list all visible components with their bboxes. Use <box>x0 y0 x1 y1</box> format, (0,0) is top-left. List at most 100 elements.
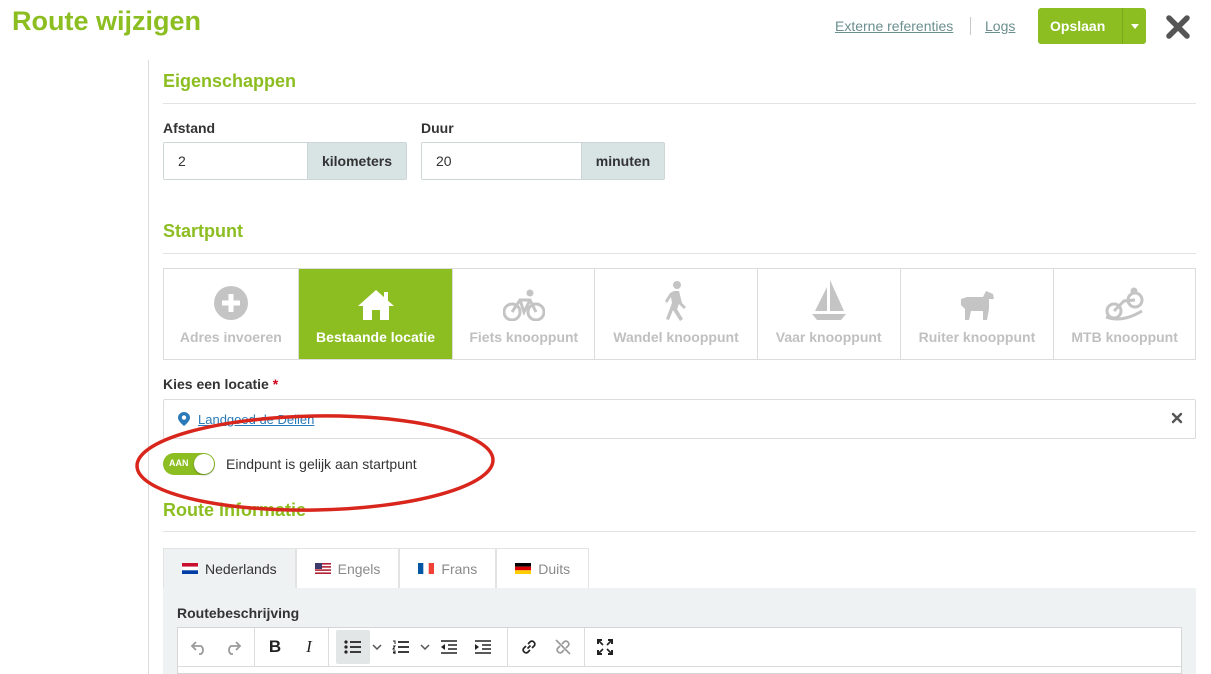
flag-nl-icon <box>182 563 198 574</box>
start-type-mtb-node[interactable]: MTB knooppunt <box>1054 269 1195 359</box>
toggle-knob <box>194 454 214 474</box>
logs-link[interactable]: Logs <box>985 18 1015 34</box>
caret-down-icon <box>1130 23 1139 29</box>
toolbar-bottom-border <box>178 666 1181 667</box>
link-icon <box>522 640 536 654</box>
tab-duits[interactable]: Duits <box>496 548 590 588</box>
duration-unit: minuten <box>581 143 664 179</box>
italic-icon: I <box>306 637 312 656</box>
start-type-sail-node[interactable]: Vaar knooppunt <box>758 269 901 359</box>
route-info-divider <box>163 531 1196 532</box>
redo-icon <box>228 641 242 655</box>
bullet-list-button[interactable] <box>336 630 370 664</box>
save-button[interactable]: Opslaan <box>1038 8 1146 44</box>
bold-button[interactable]: B <box>258 630 292 664</box>
insert-link-button[interactable] <box>512 630 546 664</box>
start-type-label: Vaar knooppunt <box>775 329 882 345</box>
location-label: Kies een locatie * <box>163 376 279 392</box>
endpoint-toggle-label: Eindpunt is gelijk aan startpunt <box>226 456 417 472</box>
page-title: Route wijzigen <box>12 6 201 36</box>
start-type-label: Adres invoeren <box>179 329 282 345</box>
language-tabs: Nederlands Engels Frans Duits <box>163 548 590 588</box>
selected-location-link[interactable]: Landgoed de Dellen <box>198 412 314 427</box>
start-section-title: Startpunt <box>163 221 243 241</box>
indent-button[interactable] <box>466 630 500 664</box>
location-select[interactable]: Landgoed de Dellen <box>163 399 1196 439</box>
redo-button[interactable] <box>216 630 250 664</box>
indent-icon <box>475 640 491 654</box>
bold-icon: B <box>268 637 282 656</box>
sailboat-icon <box>811 280 846 320</box>
endpoint-toggle[interactable]: AAN <box>163 453 215 475</box>
start-type-horse-node[interactable]: Ruiter knooppunt <box>901 269 1055 359</box>
close-button[interactable] <box>1163 12 1193 42</box>
start-divider <box>163 253 1196 254</box>
plus-circle-icon <box>213 286 248 320</box>
outdent-icon <box>441 640 457 654</box>
horse-icon <box>960 291 994 320</box>
distance-unit: kilometers <box>307 143 406 179</box>
view-group <box>585 628 625 666</box>
tab-engels[interactable]: Engels <box>295 548 400 588</box>
flag-us-icon <box>314 563 331 574</box>
duration-input[interactable]: 20 <box>422 143 581 179</box>
bicycle-icon <box>502 289 545 321</box>
undo-button[interactable] <box>182 630 216 664</box>
home-icon <box>357 290 394 320</box>
unlink-icon <box>555 639 571 655</box>
toggle-state: AAN <box>169 458 189 468</box>
duration-input-group: 20 minuten <box>421 142 665 180</box>
start-type-label: Bestaande locatie <box>316 329 436 345</box>
start-type-walk-node[interactable]: Wandel knooppunt <box>595 269 758 359</box>
start-type-bike-node[interactable]: Fiets knooppunt <box>453 269 596 359</box>
chevron-down-icon <box>372 644 382 650</box>
chevron-down-icon <box>420 644 430 650</box>
duration-label: Duur <box>421 120 454 136</box>
start-type-existing-location[interactable]: Bestaande locatie <box>298 269 454 359</box>
close-icon <box>1166 15 1190 39</box>
save-dropdown-toggle[interactable] <box>1123 23 1146 29</box>
format-group: B I <box>255 628 329 666</box>
editor-panel: Routebeschrijving B I <box>163 588 1196 674</box>
external-references-link[interactable]: Externe referenties <box>835 18 953 34</box>
required-mark: * <box>272 376 279 392</box>
fullscreen-icon <box>597 639 613 655</box>
distance-label: Afstand <box>163 120 216 136</box>
properties-section-title: Eigenschappen <box>163 71 297 91</box>
clear-icon[interactable] <box>1171 412 1183 424</box>
editor-toolbar: B I <box>177 627 1182 674</box>
start-type-label: Ruiter knooppunt <box>918 329 1036 345</box>
undo-icon <box>190 641 204 655</box>
route-description-label: Routebeschrijving <box>177 605 300 621</box>
italic-button[interactable]: I <box>292 630 326 664</box>
route-info-section-title: Route informatie <box>163 500 307 520</box>
history-group <box>178 628 255 666</box>
start-type-label: Wandel knooppunt <box>613 329 739 345</box>
numbered-list-icon <box>392 640 409 654</box>
walking-icon <box>665 281 686 321</box>
start-type-address[interactable]: Adres invoeren <box>164 269 299 359</box>
mountain-bike-icon <box>1105 287 1144 321</box>
remove-link-button[interactable] <box>546 630 580 664</box>
start-type-selector: Adres invoeren Bestaande locatie Fiets k… <box>163 268 1196 360</box>
list-group <box>329 628 508 666</box>
start-type-label: Fiets knooppunt <box>469 329 579 345</box>
flag-fr-icon <box>418 563 435 574</box>
properties-divider <box>163 103 1196 104</box>
flag-de-icon <box>515 563 532 574</box>
tab-frans[interactable]: Frans <box>399 548 497 588</box>
tab-nederlands[interactable]: Nederlands <box>163 548 296 588</box>
outdent-button[interactable] <box>432 630 466 664</box>
link-separator <box>970 17 971 35</box>
distance-input[interactable]: 2 <box>164 143 307 179</box>
bullet-list-options[interactable] <box>370 630 384 664</box>
start-type-label: MTB knooppunt <box>1071 329 1178 345</box>
content-left-border <box>148 60 149 674</box>
link-group <box>508 628 585 666</box>
numbered-list-button[interactable] <box>384 630 418 664</box>
fullscreen-button[interactable] <box>588 630 622 664</box>
map-pin-icon <box>178 412 190 426</box>
save-label: Opslaan <box>1050 18 1106 34</box>
distance-input-group: 2 kilometers <box>163 142 407 180</box>
numbered-list-options[interactable] <box>418 630 432 664</box>
